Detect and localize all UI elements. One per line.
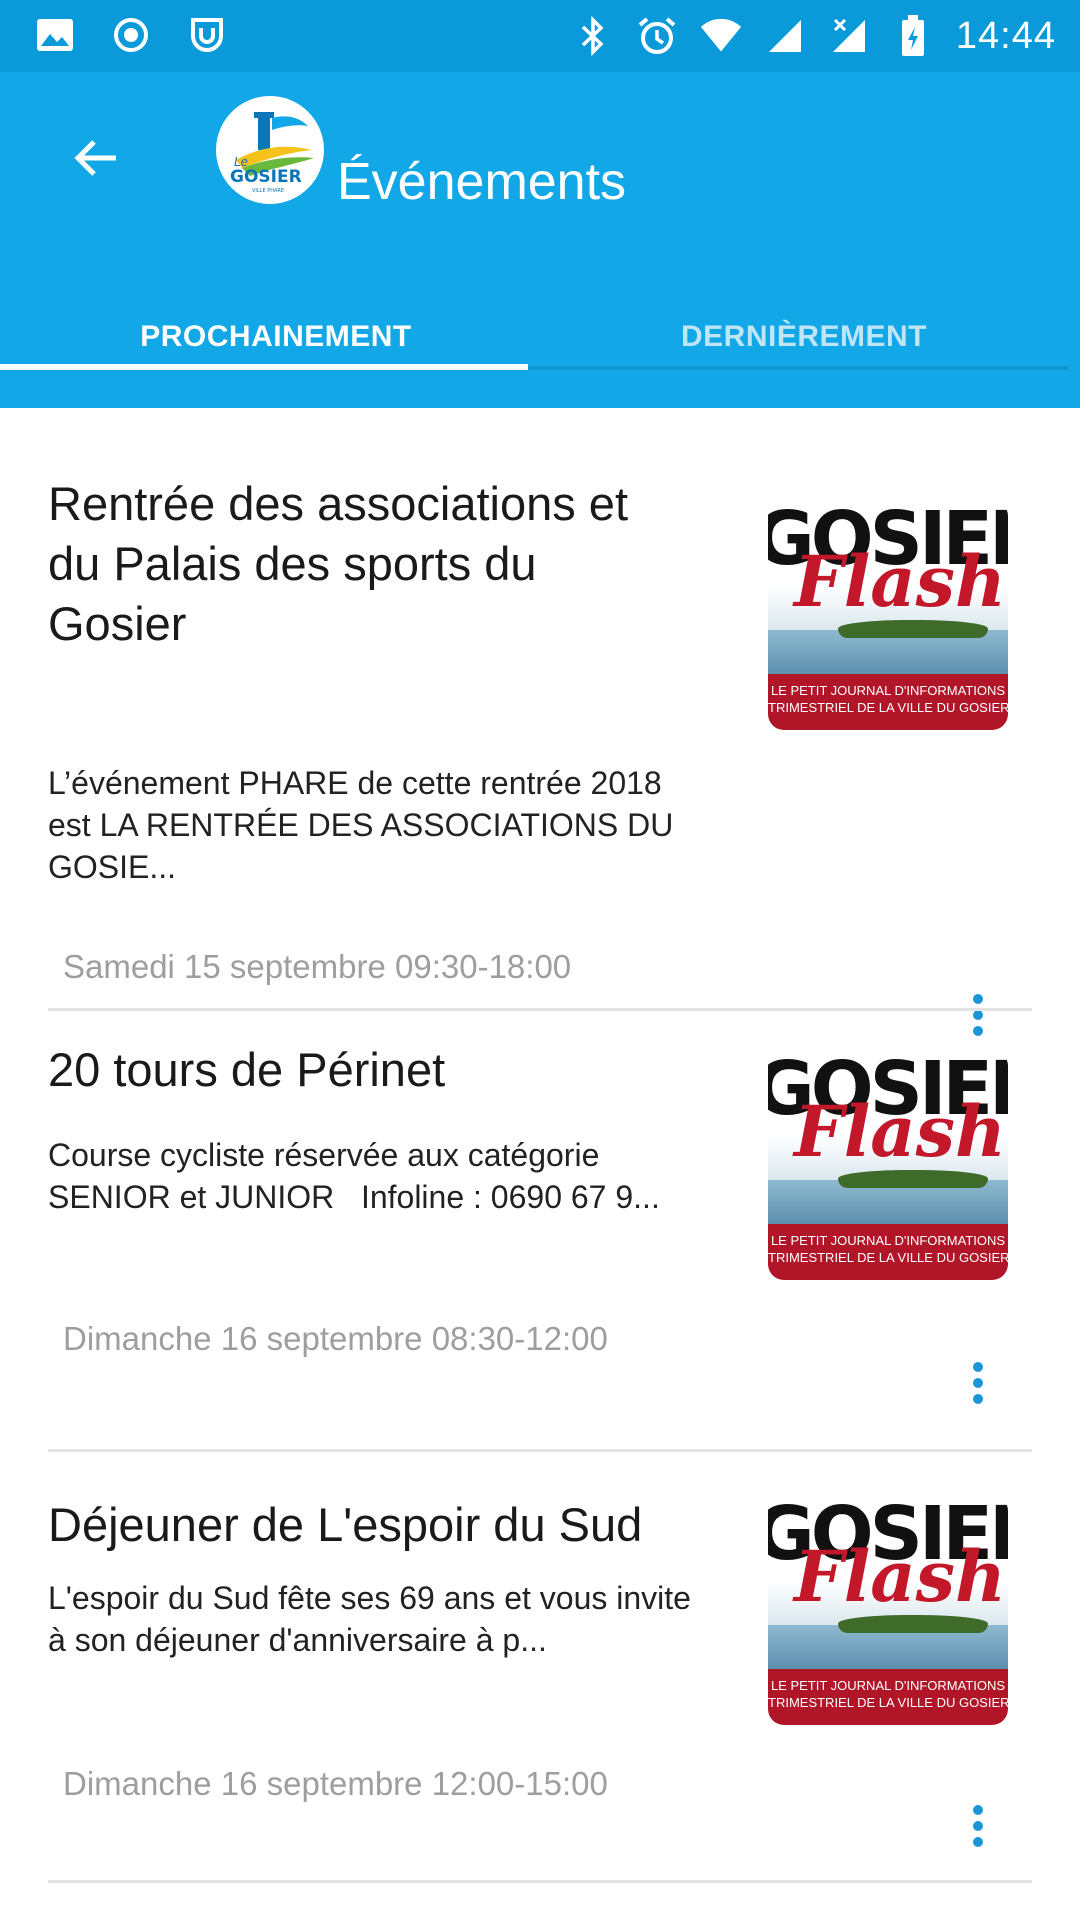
thumbnail-band-line2: TRIMESTRIEL DE LA VILLE DU GOSIER: [768, 700, 1008, 715]
back-button[interactable]: [60, 122, 132, 194]
event-thumbnail: GOSIER Flash LE PETIT JOURNAL D'INFORMAT…: [768, 500, 1008, 730]
event-title: Rentrée des associations et du Palais de…: [48, 477, 628, 650]
bluetooth-icon: [572, 15, 614, 57]
thumbnail-band: LE PETIT JOURNAL D'INFORMATIONS TRIMESTRI…: [768, 1224, 1008, 1280]
system-icons: 14:44: [572, 10, 1056, 62]
more-options-button[interactable]: [958, 1791, 998, 1861]
status-bar: 14:44: [0, 0, 1080, 72]
tab-indicator: [0, 364, 528, 370]
thumbnail-band-line1: LE PETIT JOURNAL D'INFORMATIONS: [770, 1233, 1006, 1248]
wifi-icon: [700, 15, 742, 57]
svg-text:VILLE PHARE: VILLE PHARE: [252, 188, 284, 194]
divider: [48, 1880, 1032, 1883]
clock: 14:44: [955, 14, 1056, 57]
logo-wordmark: GOSIER: [230, 167, 302, 187]
thumbnail-band: LE PETIT JOURNAL D'INFORMATIONS TRIMESTRI…: [768, 674, 1008, 730]
divider: [48, 1449, 1032, 1452]
image-icon: [34, 14, 76, 56]
thumbnail-band-line2: TRIMESTRIEL DE LA VILLE DU GOSIER: [768, 1250, 1008, 1265]
signal-icon: [764, 15, 806, 57]
shield-app-icon: [186, 14, 228, 56]
event-card[interactable]: 20 tours de Périnet Course cycliste rése…: [48, 1040, 1032, 1480]
app-logo: Le GOSIER VILLE PHARE: [216, 96, 324, 204]
thumbnail-flash: Flash: [794, 1535, 1006, 1618]
divider: [48, 1008, 1032, 1011]
event-description: L'espoir du Sud fête ses 69 ans et vous …: [48, 1580, 700, 1658]
event-description: L’événement PHARE de cette rentrée 2018 …: [48, 765, 683, 885]
thumbnail-band-line2: TRIMESTRIEL DE LA VILLE DU GOSIER: [768, 1695, 1008, 1710]
thumbnail-band-line1: LE PETIT JOURNAL D'INFORMATIONS: [770, 1678, 1006, 1693]
event-card[interactable]: Déjeuner de L'espoir du Sud L'espoir du …: [48, 1495, 1032, 1895]
event-description: Course cycliste réservée aux catégorie S…: [48, 1137, 660, 1215]
thumbnail-flash: Flash: [794, 540, 1006, 623]
event-date: Samedi 15 septembre 09:30-18:00: [63, 948, 572, 985]
more-vert-icon: [973, 1362, 983, 1404]
record-icon: [110, 14, 152, 56]
event-thumbnail: GOSIER Flash LE PETIT JOURNAL D'INFORMAT…: [768, 1050, 1008, 1280]
more-vert-icon: [973, 1805, 983, 1847]
event-date: Dimanche 16 septembre 12:00-15:00: [63, 1765, 608, 1802]
more-options-button[interactable]: [958, 1348, 998, 1418]
notification-icons: [34, 14, 228, 56]
event-title: 20 tours de Périnet: [48, 1043, 446, 1096]
more-vert-icon: [973, 994, 983, 1036]
thumbnail-flash: Flash: [794, 1090, 1006, 1173]
page-title: Événements: [337, 153, 627, 211]
event-date: Dimanche 16 septembre 08:30-12:00: [63, 1320, 608, 1357]
battery-charging-icon: [892, 15, 934, 57]
event-title: Déjeuner de L'espoir du Sud: [48, 1498, 643, 1551]
signal-x-icon: [828, 15, 870, 57]
event-thumbnail: GOSIER Flash LE PETIT JOURNAL D'INFORMAT…: [768, 1495, 1008, 1725]
thumbnail-band: LE PETIT JOURNAL D'INFORMATIONS TRIMESTRI…: [768, 1669, 1008, 1725]
tab-track: [528, 366, 1068, 370]
app-bar: Le GOSIER VILLE PHARE Événements PROCHAI…: [0, 72, 1080, 408]
thumbnail-band-line1: LE PETIT JOURNAL D'INFORMATIONS: [770, 683, 1006, 698]
arrow-left-icon: [74, 140, 116, 176]
event-card[interactable]: Rentrée des associations et du Palais de…: [48, 474, 1032, 1036]
alarm-icon: [636, 15, 678, 57]
